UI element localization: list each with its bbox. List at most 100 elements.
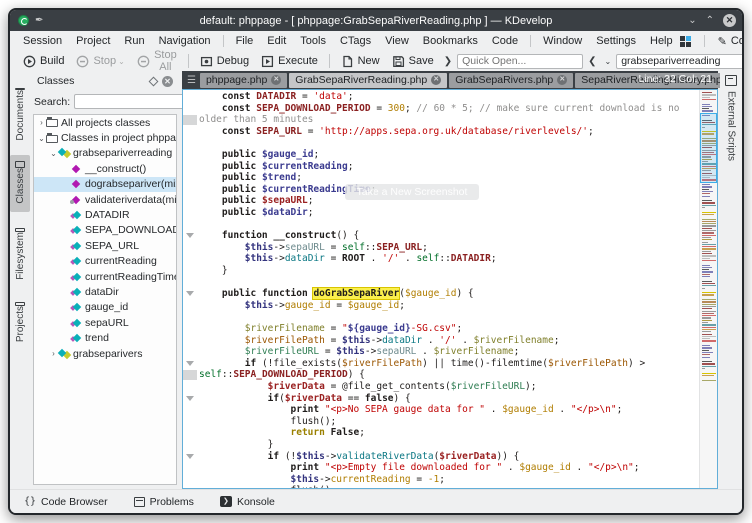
code-line[interactable]: if (!$this->validateRiverData($riverData… — [199, 451, 700, 463]
menu-session[interactable]: Session — [16, 33, 69, 49]
bottom-dock-tab-konsole[interactable]: ❯Konsole — [220, 496, 275, 508]
tree-item-datadir[interactable]: DATADIR — [34, 207, 176, 222]
tree-expander-icon[interactable]: ⌄ — [49, 149, 58, 158]
fold-marker-icon[interactable] — [186, 396, 194, 401]
code-line[interactable]: $riverData = @file_get_contents($riverFi… — [199, 381, 700, 393]
code-line[interactable]: public function doGrabSepaRiver($gauge_i… — [199, 288, 700, 300]
tree-expander-icon[interactable]: › — [37, 118, 46, 127]
code-line[interactable]: print "<p>No SEPA gauge data for " . $ga… — [199, 404, 700, 416]
tree-item-classes-in-project-phppage[interactable]: ⌄Classes in project phppage — [34, 130, 176, 145]
tab-close-icon[interactable]: ✕ — [271, 75, 281, 85]
close-panel-icon[interactable]: ✕ — [162, 76, 173, 87]
build-button[interactable]: Build — [18, 54, 69, 69]
tree-item-datadir[interactable]: dataDir — [34, 284, 176, 299]
code-line[interactable]: $this->sepaURL = self::SEPA_URL; — [199, 242, 700, 254]
minimize-button[interactable]: ⌄ — [688, 16, 696, 26]
menu-project[interactable]: Project — [69, 33, 117, 49]
menu-navigation[interactable]: Navigation — [152, 33, 218, 49]
code-line[interactable]: flush(); — [199, 416, 700, 428]
tree-item-sepa-url[interactable]: SEPA_URL — [34, 238, 176, 253]
tree-item-currentreadingtime[interactable]: currentReadingTime — [34, 269, 176, 284]
code-line[interactable]: public $gauge_id; — [199, 149, 700, 161]
execute-button[interactable]: Execute — [256, 54, 323, 69]
minimap-scrollbar[interactable] — [699, 90, 717, 488]
left-dock-tab-classes[interactable]: Classes — [10, 155, 30, 212]
tree-item-currentreading[interactable]: currentReading — [34, 254, 176, 269]
dropdown-caret-icon[interactable]: ⌄ — [118, 57, 125, 66]
tree-item-dograbsepariver-mixed-[interactable]: dograbsepariver(mixed) — [34, 177, 176, 192]
fold-marker-icon[interactable] — [186, 291, 194, 296]
debug-button[interactable]: Debug — [195, 54, 254, 69]
right-dock-tab-external-scripts[interactable]: External Scripts — [726, 91, 737, 161]
code-line[interactable]: function __construct() { — [199, 230, 700, 242]
tree-expander-icon[interactable]: › — [49, 349, 58, 358]
toolbar-overflow-chevron[interactable]: ❯ — [441, 56, 455, 67]
menu-file[interactable]: File — [229, 33, 261, 49]
code-line[interactable]: $riverFileURL = $this->sepaURL . $riverF… — [199, 346, 700, 358]
document-tab-grabseparivers-php[interactable]: GrabSepaRivers.php✕ — [449, 73, 573, 88]
code-line[interactable]: $riverFilename = "${gauge_id}-SG.csv"; — [199, 323, 700, 335]
search-prev-icon[interactable]: ❮ — [585, 56, 599, 67]
code-line[interactable]: $this->currentReading = -1; — [199, 474, 700, 486]
tree-item-validateriverdata-mixed-[interactable]: validateriverdata(mixed) — [34, 192, 176, 207]
code-line[interactable] — [199, 277, 700, 289]
code-area[interactable]: const DATADIR = 'data'; const SEPA_DOWNL… — [183, 90, 700, 488]
code-line[interactable] — [199, 311, 700, 323]
new-button[interactable]: New — [336, 54, 385, 69]
fold-marker-icon[interactable] — [186, 361, 194, 366]
code-line[interactable]: } — [199, 439, 700, 451]
code-area-button[interactable]: ✎ Code — [718, 35, 744, 48]
tree-item-all-projects-classes[interactable]: ›All projects classes — [34, 115, 176, 130]
left-dock-tab-filesystem[interactable]: Filesystem — [10, 222, 30, 288]
code-line[interactable]: $this->dataDir = ROOT . '/' . self::DATA… — [199, 253, 700, 265]
tree-item-grabseparivers[interactable]: ›grabseparivers — [34, 346, 176, 361]
code-line[interactable]: public $trend; — [199, 172, 700, 184]
code-line[interactable]: return False; — [199, 427, 700, 439]
tree-expander-icon[interactable]: ⌄ — [37, 134, 46, 143]
save-button[interactable]: Save — [387, 54, 439, 69]
code-line[interactable]: $riverFilePath = $this->dataDir . '/' . … — [199, 335, 700, 347]
code-line[interactable]: if (!file_exists($riverFilePath) || time… — [199, 358, 700, 370]
document-tab-grabsepariverreading-php[interactable]: GrabSepaRiverReading.php✕ — [289, 73, 447, 88]
menu-edit[interactable]: Edit — [260, 33, 293, 49]
tree-item-sepa-download-period[interactable]: SEPA_DOWNLOAD_PERIOD — [34, 223, 176, 238]
tree-item--construct-[interactable]: __construct() — [34, 161, 176, 176]
menu-settings[interactable]: Settings — [589, 33, 643, 49]
menu-run[interactable]: Run — [117, 33, 151, 49]
code-line[interactable]: const DATADIR = 'data'; — [199, 91, 700, 103]
document-list-icon[interactable]: ☰ — [187, 75, 196, 86]
stop-button[interactable]: Stop⌄ — [71, 54, 129, 69]
quick-open-input[interactable] — [457, 54, 583, 69]
toolbar-search-input[interactable] — [616, 54, 744, 69]
maximize-button[interactable]: ⌃ — [706, 16, 714, 26]
menu-tools[interactable]: Tools — [293, 33, 333, 49]
detach-panel-icon[interactable] — [149, 76, 159, 86]
tab-close-icon[interactable]: ✕ — [431, 75, 441, 85]
external-scripts-icon[interactable] — [725, 75, 737, 86]
menu-ctags[interactable]: CTags — [333, 33, 378, 49]
code-line[interactable]: public $dataDir; — [199, 207, 700, 219]
code-line[interactable]: public $currentReading; — [199, 161, 700, 173]
search-options-caret[interactable]: ⌄ — [602, 57, 615, 66]
document-tab-phppage-php[interactable]: phppage.php✕ — [200, 73, 287, 88]
tree-item-gauge-id[interactable]: gauge_id — [34, 300, 176, 315]
menu-code[interactable]: Code — [485, 33, 525, 49]
fold-marker-icon[interactable] — [186, 233, 194, 238]
code-line[interactable]: self::SEPA_DOWNLOAD_PERIOD) { — [199, 369, 700, 381]
close-button[interactable]: ✕ — [723, 14, 736, 27]
fold-marker-icon[interactable] — [186, 454, 194, 459]
left-dock-tab-documents[interactable]: Documents — [10, 93, 30, 149]
left-dock-tab-projects[interactable]: Projects — [10, 296, 30, 350]
code-line[interactable]: print "<p>Empty file downloaded for " . … — [199, 462, 700, 474]
menu-bookmarks[interactable]: Bookmarks — [416, 33, 485, 49]
area-switcher-icon[interactable] — [680, 36, 691, 47]
code-line[interactable]: const SEPA_URL = 'http://apps.sepa.org.u… — [199, 126, 700, 138]
menu-view[interactable]: View — [378, 33, 416, 49]
code-line[interactable]: $this->gauge_id = $gauge_id; — [199, 300, 700, 312]
tab-close-icon[interactable]: ✕ — [557, 75, 567, 85]
tree-item-sepaurl[interactable]: sepaURL — [34, 315, 176, 330]
code-line[interactable] — [199, 137, 700, 149]
bottom-dock-tab-problems[interactable]: Problems — [134, 496, 194, 508]
code-line[interactable]: older than 5 minutes — [199, 114, 700, 126]
minimap-viewport-handle[interactable] — [700, 113, 717, 183]
